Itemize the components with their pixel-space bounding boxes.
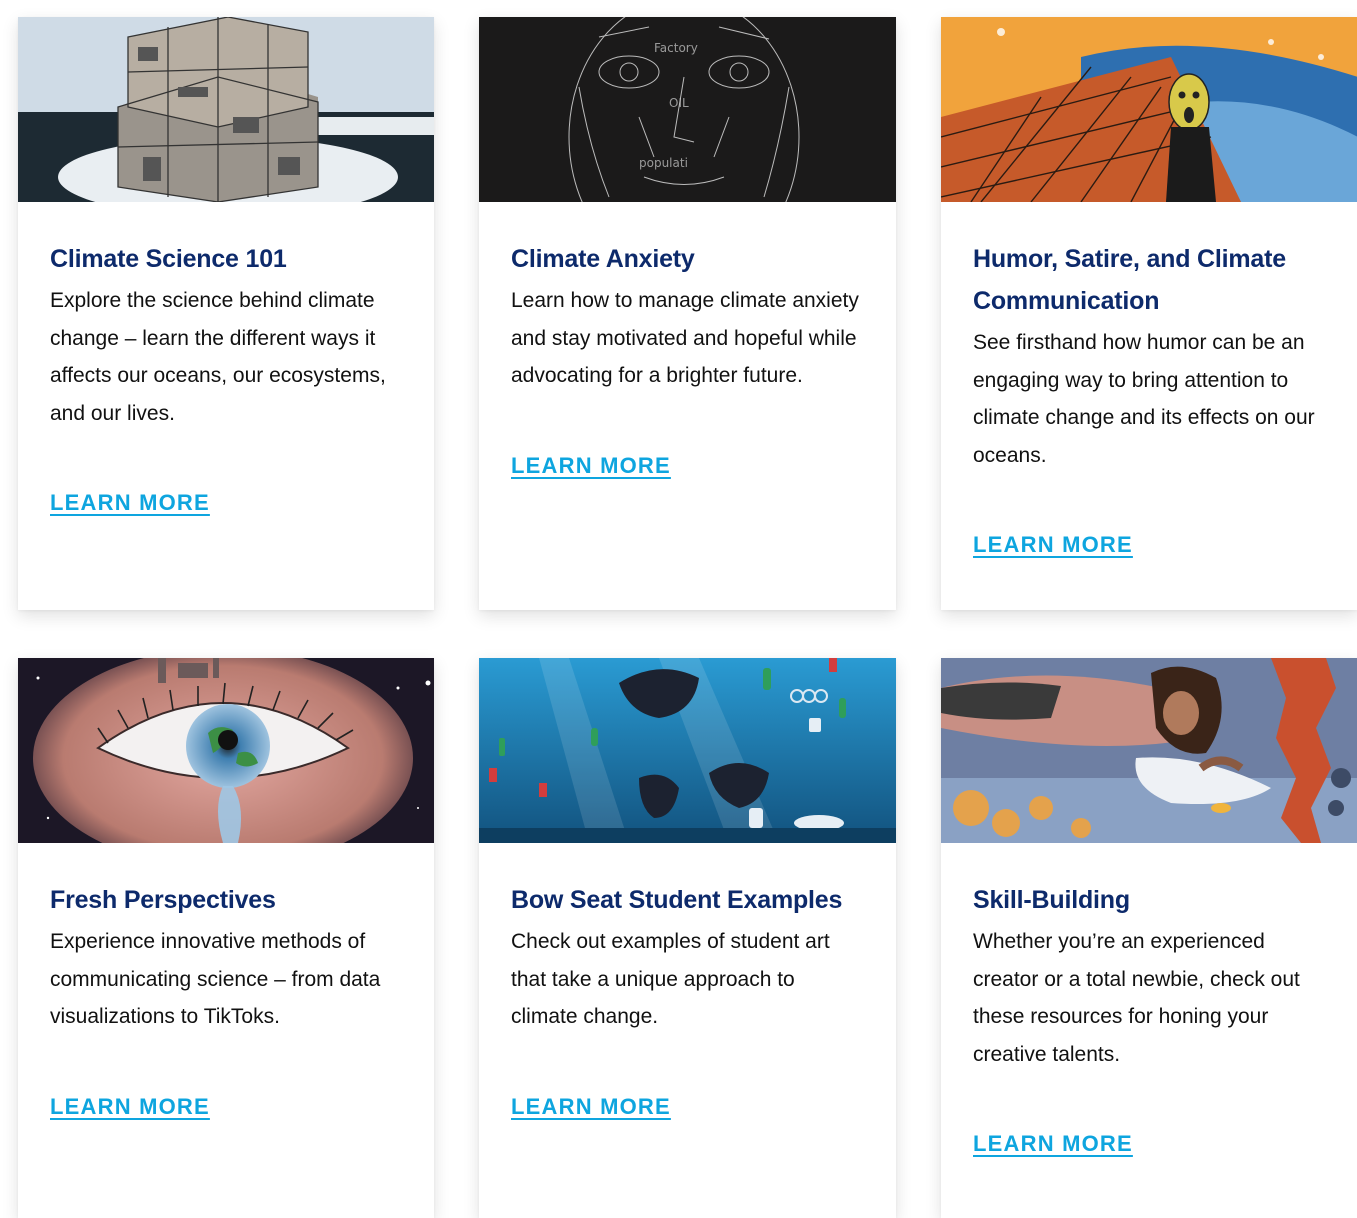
card-image-scream-parody[interactable] — [941, 17, 1357, 202]
svg-text:populati: populati — [639, 156, 688, 170]
card-description: Experience innovative methods of communi… — [50, 930, 381, 1028]
card-description: See firsthand how humor can be an engagi… — [973, 331, 1315, 467]
resource-card-climate-anxiety: Factory OIL populati Climate Anxiety Lea… — [479, 17, 896, 610]
card-title: Climate Anxiety — [511, 245, 695, 273]
card-title: Climate Science 101 — [50, 245, 287, 273]
learn-more-link[interactable]: LEARN MORE — [511, 1094, 671, 1120]
card-title: Fresh Perspectives — [50, 886, 276, 914]
card-image-chalk-face[interactable]: Factory OIL populati — [479, 17, 896, 202]
card-description: Learn how to manage climate anxiety and … — [511, 289, 859, 387]
resource-card-student-examples: Bow Seat Student Examples Check out exam… — [479, 658, 896, 1218]
resource-card-humor-satire: Humor, Satire, and Climate Communication… — [941, 17, 1357, 610]
learn-more-link[interactable]: LEARN MORE — [973, 532, 1133, 558]
learn-more-link[interactable]: LEARN MORE — [50, 490, 210, 516]
card-image-ocean-plastic[interactable] — [479, 658, 896, 843]
card-description: Explore the science behind climate chang… — [50, 289, 386, 425]
card-title: Humor, Satire, and Climate Communication — [973, 245, 1286, 315]
resource-card-skill-building: Skill-Building Whether you’re an experie… — [941, 658, 1357, 1218]
learn-more-link[interactable]: LEARN MORE — [50, 1094, 210, 1120]
learn-more-link[interactable]: LEARN MORE — [511, 453, 671, 479]
card-image-cube-city[interactable] — [18, 17, 434, 202]
resource-card-climate-science: Climate Science 101 Explore the science … — [18, 17, 434, 610]
learn-more-link[interactable]: LEARN MORE — [973, 1131, 1133, 1157]
card-image-reef-drawing[interactable] — [941, 658, 1357, 843]
resource-card-grid: Climate Science 101 Explore the science … — [18, 17, 1357, 1218]
svg-text:OIL: OIL — [669, 96, 689, 110]
svg-text:Factory: Factory — [654, 41, 698, 55]
resource-card-fresh-perspectives: Fresh Perspectives Experience innovative… — [18, 658, 434, 1218]
card-image-earth-eye[interactable] — [18, 658, 434, 843]
card-description: Check out examples of student art that t… — [511, 930, 830, 1028]
card-title: Bow Seat Student Examples — [511, 886, 843, 914]
card-description: Whether you’re an experienced creator or… — [973, 930, 1300, 1066]
card-title: Skill-Building — [973, 886, 1130, 914]
